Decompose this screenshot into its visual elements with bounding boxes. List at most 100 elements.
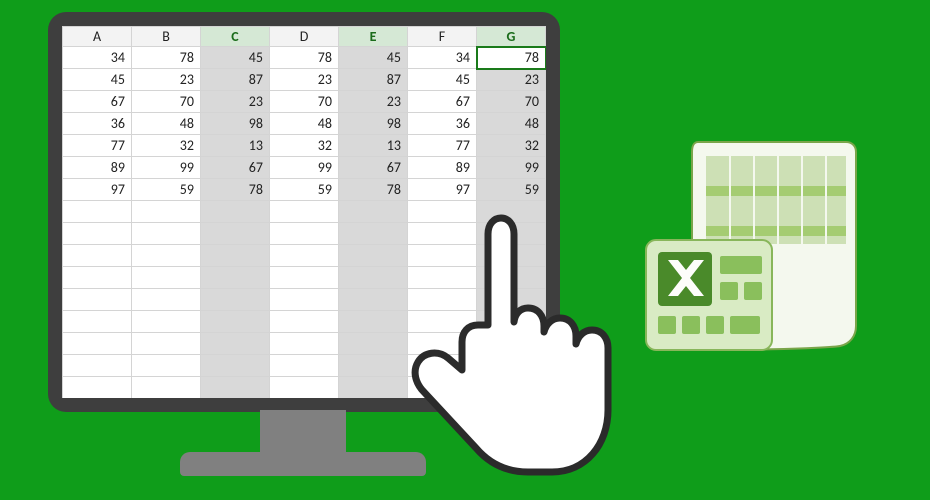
column-header-G[interactable]: G	[477, 27, 546, 47]
cell[interactable]: 99	[270, 157, 339, 179]
cell[interactable]: 78	[477, 47, 546, 69]
cell[interactable]: 99	[477, 157, 546, 179]
cell[interactable]	[477, 267, 546, 289]
cell[interactable]	[63, 333, 132, 355]
cell[interactable]: 77	[408, 135, 477, 157]
spreadsheet-grid[interactable]: ABCDEFG 34784578453478452387238745236770…	[62, 26, 546, 398]
cell[interactable]	[132, 267, 201, 289]
cell[interactable]	[339, 377, 408, 399]
cell[interactable]: 23	[270, 69, 339, 91]
cell[interactable]: 98	[201, 113, 270, 135]
cell[interactable]: 78	[270, 47, 339, 69]
cell[interactable]: 77	[63, 135, 132, 157]
cell[interactable]	[201, 289, 270, 311]
cell[interactable]	[201, 311, 270, 333]
column-header-C[interactable]: C	[201, 27, 270, 47]
cell[interactable]	[477, 223, 546, 245]
cell[interactable]	[132, 355, 201, 377]
cell[interactable]: 34	[408, 47, 477, 69]
cell[interactable]: 36	[63, 113, 132, 135]
cell[interactable]	[270, 355, 339, 377]
cell[interactable]	[477, 245, 546, 267]
cell[interactable]	[63, 201, 132, 223]
cell[interactable]	[339, 311, 408, 333]
column-header-E[interactable]: E	[339, 27, 408, 47]
cell[interactable]	[477, 311, 546, 333]
cell[interactable]	[270, 223, 339, 245]
cell[interactable]: 23	[339, 91, 408, 113]
cell[interactable]: 45	[63, 69, 132, 91]
cell[interactable]	[63, 355, 132, 377]
cell[interactable]	[408, 245, 477, 267]
cell[interactable]: 70	[270, 91, 339, 113]
cell[interactable]: 87	[339, 69, 408, 91]
column-header-B[interactable]: B	[132, 27, 201, 47]
cell[interactable]: 59	[477, 179, 546, 201]
cell[interactable]	[132, 245, 201, 267]
cell[interactable]: 99	[132, 157, 201, 179]
cell[interactable]: 89	[63, 157, 132, 179]
cell[interactable]	[201, 267, 270, 289]
cell[interactable]	[270, 377, 339, 399]
cell[interactable]	[339, 333, 408, 355]
cell[interactable]: 48	[270, 113, 339, 135]
cell[interactable]: 48	[132, 113, 201, 135]
cell[interactable]	[408, 377, 477, 399]
cell[interactable]	[132, 377, 201, 399]
cell[interactable]: 67	[339, 157, 408, 179]
cell[interactable]: 67	[408, 91, 477, 113]
cell[interactable]	[201, 201, 270, 223]
column-header-A[interactable]: A	[63, 27, 132, 47]
cell[interactable]	[201, 377, 270, 399]
cell[interactable]: 48	[477, 113, 546, 135]
cell[interactable]: 78	[201, 179, 270, 201]
cell[interactable]	[408, 311, 477, 333]
cell[interactable]	[477, 201, 546, 223]
cell[interactable]	[477, 377, 546, 399]
cell[interactable]	[63, 289, 132, 311]
cell[interactable]: 34	[63, 47, 132, 69]
column-header-D[interactable]: D	[270, 27, 339, 47]
cell[interactable]	[477, 355, 546, 377]
cell[interactable]	[63, 377, 132, 399]
cell[interactable]: 97	[408, 179, 477, 201]
cell[interactable]	[270, 245, 339, 267]
cell[interactable]	[339, 355, 408, 377]
cell[interactable]: 23	[132, 69, 201, 91]
cell[interactable]	[63, 223, 132, 245]
cell[interactable]: 87	[201, 69, 270, 91]
cell[interactable]	[201, 245, 270, 267]
cell[interactable]: 32	[270, 135, 339, 157]
cell[interactable]	[477, 289, 546, 311]
cell[interactable]	[477, 333, 546, 355]
cell[interactable]	[270, 289, 339, 311]
cell[interactable]	[339, 201, 408, 223]
cell[interactable]: 23	[201, 91, 270, 113]
cell[interactable]	[63, 311, 132, 333]
cell[interactable]	[408, 355, 477, 377]
cell[interactable]	[408, 223, 477, 245]
cell[interactable]: 98	[339, 113, 408, 135]
cell[interactable]: 32	[132, 135, 201, 157]
cell[interactable]	[339, 289, 408, 311]
cell[interactable]	[408, 267, 477, 289]
cell[interactable]: 23	[477, 69, 546, 91]
cell[interactable]: 36	[408, 113, 477, 135]
cell[interactable]	[132, 223, 201, 245]
cell[interactable]: 89	[408, 157, 477, 179]
column-header-F[interactable]: F	[408, 27, 477, 47]
cell[interactable]	[408, 201, 477, 223]
cell[interactable]	[201, 223, 270, 245]
cell[interactable]: 70	[477, 91, 546, 113]
cell[interactable]	[132, 201, 201, 223]
cell[interactable]: 97	[63, 179, 132, 201]
cell[interactable]: 78	[339, 179, 408, 201]
cell[interactable]: 67	[201, 157, 270, 179]
cell[interactable]: 67	[63, 91, 132, 113]
cell[interactable]	[201, 355, 270, 377]
cell[interactable]	[63, 267, 132, 289]
cell[interactable]	[339, 223, 408, 245]
cell[interactable]	[270, 311, 339, 333]
cell[interactable]: 45	[201, 47, 270, 69]
cell[interactable]: 45	[339, 47, 408, 69]
